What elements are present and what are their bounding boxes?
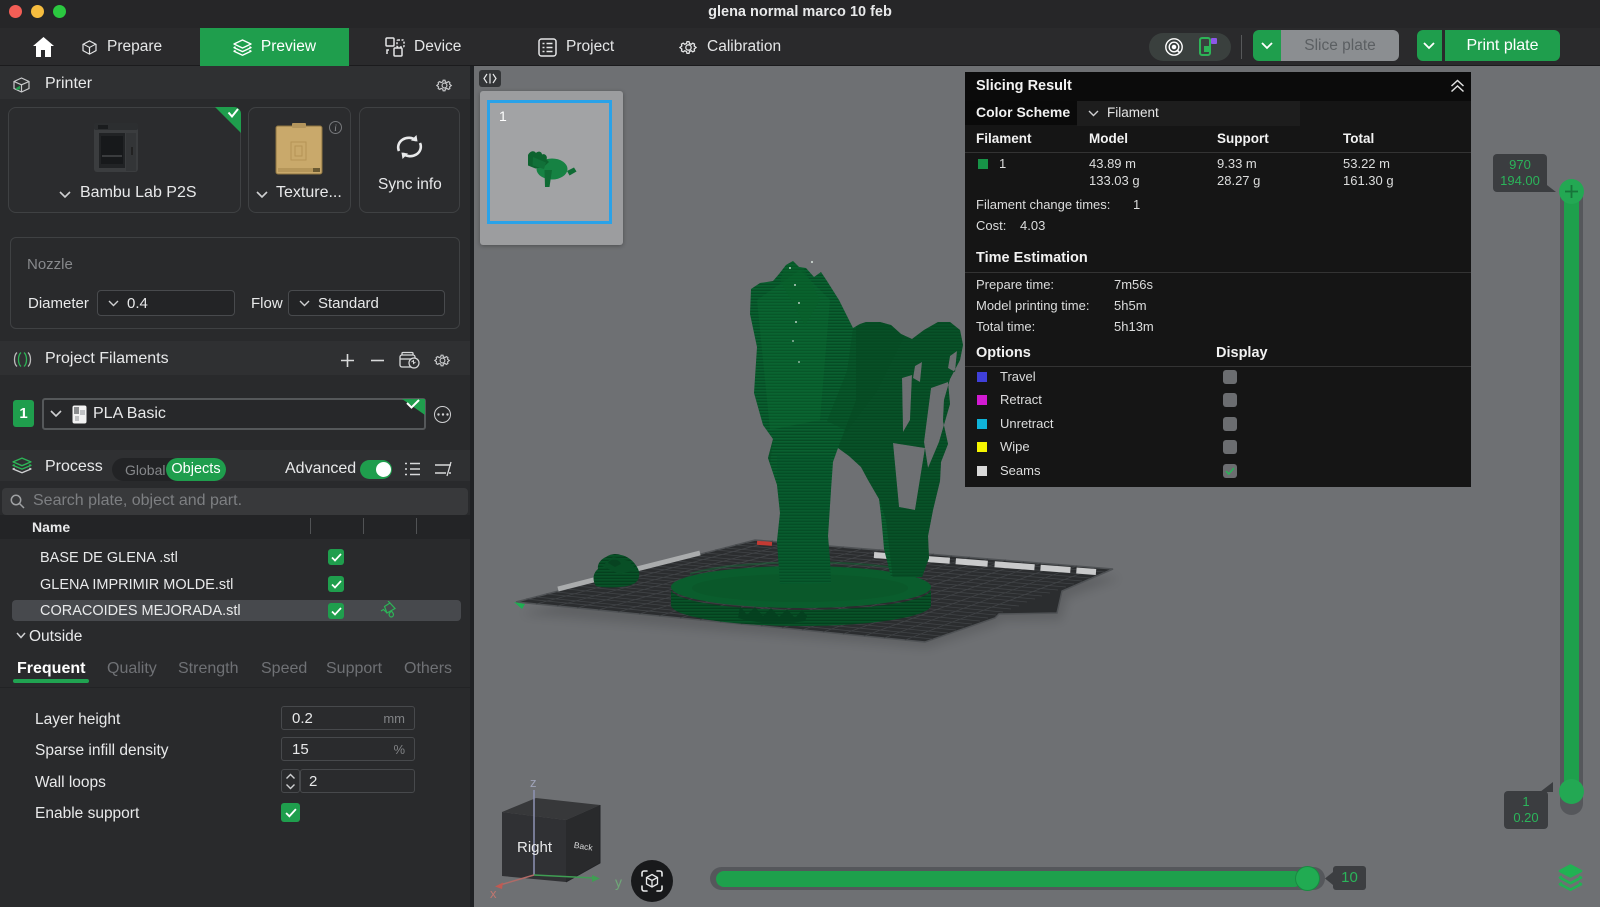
svg-text:y: y [615,874,622,890]
svg-text:z: z [530,775,537,790]
svg-text:Right: Right [517,839,553,856]
svg-text:x: x [490,886,497,898]
